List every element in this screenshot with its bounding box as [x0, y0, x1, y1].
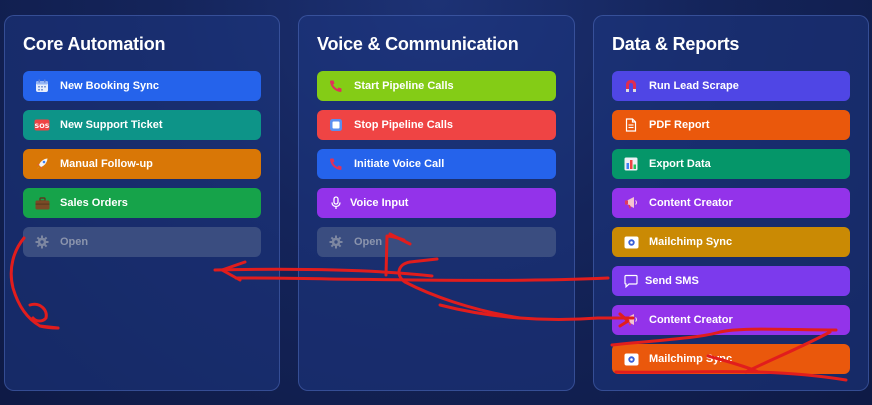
button-label: Mailchimp Sync	[649, 353, 733, 365]
briefcase-icon	[34, 195, 50, 211]
button-label: Start Pipeline Calls	[354, 80, 454, 92]
svg-text:SOS: SOS	[35, 122, 50, 130]
button-label: Initiate Voice Call	[354, 158, 445, 170]
panel-title: Data & Reports	[612, 34, 740, 54]
export-data-button[interactable]: Export Data	[612, 149, 850, 179]
gear-icon	[34, 234, 50, 250]
new-support-ticket-button[interactable]: SOS New Support Ticket	[23, 110, 261, 140]
button-label: Open	[60, 236, 89, 248]
button-label: Open	[354, 236, 383, 248]
chat-bubble-icon	[623, 273, 639, 289]
microphone-icon	[328, 195, 344, 211]
magnet-icon	[623, 78, 639, 94]
panel-voice-communication: Voice & Communication Start Pipeline Cal…	[298, 15, 575, 391]
megaphone-icon	[623, 312, 639, 328]
manual-follow-up-button[interactable]: Manual Follow-up	[23, 149, 261, 179]
open-button[interactable]: Open	[317, 227, 556, 257]
run-lead-scrape-button[interactable]: Run Lead Scrape	[612, 71, 850, 101]
calendar-icon	[34, 78, 50, 94]
button-label: New Support Ticket	[60, 119, 163, 131]
open-button[interactable]: Open	[23, 227, 261, 257]
sales-orders-button[interactable]: Sales Orders	[23, 188, 261, 218]
pdf-report-button[interactable]: PDF Report	[612, 110, 850, 140]
sos-icon: SOS	[34, 117, 50, 133]
gear-icon	[328, 234, 344, 250]
phone-icon	[328, 78, 344, 94]
panel-title: Core Automation	[23, 34, 166, 54]
megaphone-icon	[623, 195, 639, 211]
button-label: Content Creator	[649, 314, 733, 326]
voice-input-button[interactable]: Voice Input	[317, 188, 556, 218]
bar-chart-icon	[623, 156, 639, 172]
button-label: Send SMS	[645, 275, 699, 287]
start-pipeline-calls-button[interactable]: Start Pipeline Calls	[317, 71, 556, 101]
button-label: Manual Follow-up	[60, 158, 153, 170]
rocket-icon	[34, 156, 50, 172]
new-booking-sync-button[interactable]: New Booking Sync	[23, 71, 261, 101]
button-label: Stop Pipeline Calls	[354, 119, 454, 131]
panel-title: Voice & Communication	[317, 34, 519, 54]
gear-chip-icon	[623, 234, 639, 250]
button-label: New Booking Sync	[60, 80, 160, 92]
stop-pipeline-calls-button[interactable]: Stop Pipeline Calls	[317, 110, 556, 140]
button-label: Content Creator	[649, 197, 733, 209]
button-label: Sales Orders	[60, 197, 128, 209]
gear-chip-icon	[623, 351, 639, 367]
document-icon	[623, 117, 639, 133]
mailchimp-sync-button[interactable]: Mailchimp Sync	[612, 344, 850, 374]
mailchimp-sync-button[interactable]: Mailchimp Sync	[612, 227, 850, 257]
initiate-voice-call-button[interactable]: Initiate Voice Call	[317, 149, 556, 179]
button-label: Voice Input	[350, 197, 409, 209]
button-label: PDF Report	[649, 119, 710, 131]
content-creator-button[interactable]: Content Creator	[612, 305, 850, 335]
button-label: Run Lead Scrape	[649, 80, 739, 92]
stop-icon	[328, 117, 344, 133]
send-sms-button[interactable]: Send SMS	[612, 266, 850, 296]
button-label: Mailchimp Sync	[649, 236, 733, 248]
panel-data-reports: Data & Reports Run Lead Scrape PDF Repor…	[593, 15, 869, 391]
panel-core-automation: Core Automation New Booking Sync SOS New…	[4, 15, 280, 391]
button-label: Export Data	[649, 158, 711, 170]
content-creator-button[interactable]: Content Creator	[612, 188, 850, 218]
phone-icon	[328, 156, 344, 172]
